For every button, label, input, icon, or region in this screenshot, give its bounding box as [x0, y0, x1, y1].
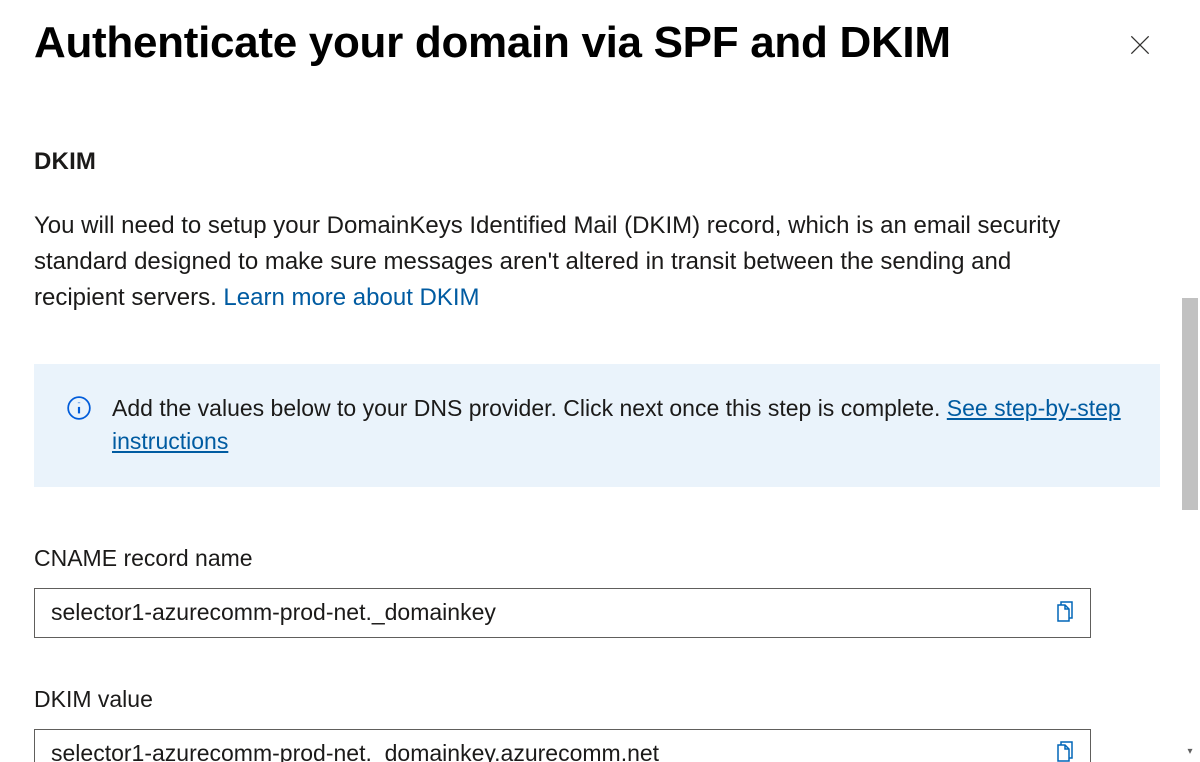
dkim-description: You will need to setup your DomainKeys I… — [34, 208, 1094, 316]
copy-icon — [1052, 601, 1076, 625]
dkim-section-heading: DKIM — [34, 148, 1166, 176]
header-row: Authenticate your domain via SPF and DKI… — [34, 18, 1166, 68]
dkim-description-text: You will need to setup your DomainKeys I… — [34, 212, 1060, 311]
copy-icon — [1052, 741, 1076, 762]
close-icon — [1127, 32, 1153, 58]
cname-field-group: CNAME record name — [34, 545, 1166, 638]
scrollbar-arrow-down-icon[interactable]: ▾ — [1182, 744, 1198, 758]
cname-record-name-input[interactable] — [35, 589, 1038, 637]
copy-cname-button[interactable] — [1038, 589, 1090, 637]
dkim-value-label: DKIM value — [34, 686, 1166, 713]
domain-authentication-panel: Authenticate your domain via SPF and DKI… — [0, 0, 1180, 762]
dkim-value-field-group: DKIM value — [34, 686, 1166, 762]
cname-record-name-label: CNAME record name — [34, 545, 1166, 572]
scrollbar-track[interactable]: ▾ — [1180, 0, 1200, 762]
learn-more-dkim-link[interactable]: Learn more about DKIM — [223, 284, 479, 311]
info-icon — [66, 395, 92, 421]
scrollbar-thumb[interactable] — [1182, 298, 1198, 510]
page-title: Authenticate your domain via SPF and DKI… — [34, 18, 951, 68]
cname-record-name-row — [34, 588, 1091, 638]
dkim-value-row — [34, 729, 1091, 762]
info-text-content: Add the values below to your DNS provide… — [112, 395, 947, 421]
info-callout: Add the values below to your DNS provide… — [34, 364, 1160, 487]
close-button[interactable] — [1124, 29, 1156, 61]
copy-dkim-button[interactable] — [1038, 730, 1090, 762]
info-text: Add the values below to your DNS provide… — [112, 392, 1132, 459]
dkim-value-input[interactable] — [35, 730, 1038, 762]
